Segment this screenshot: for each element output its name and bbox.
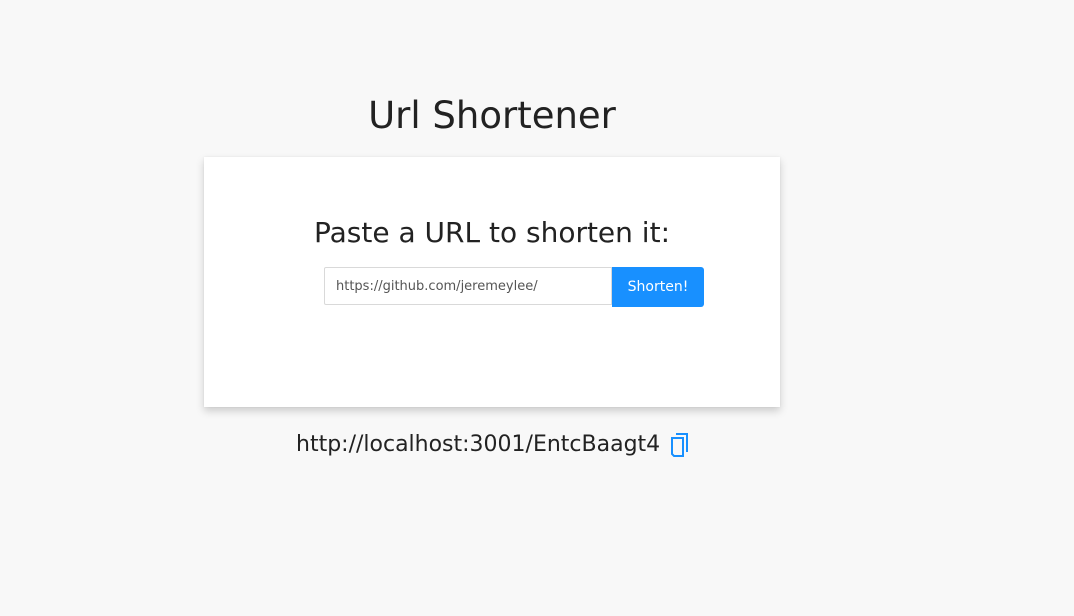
app: Url Shortener Paste a URL to shorten it:…	[0, 0, 1074, 616]
short-url-link[interactable]: http://localhost:3001/EntcBaagt4	[296, 428, 660, 462]
copy-icon[interactable]	[670, 432, 690, 458]
page-title: Url Shortener	[368, 94, 616, 137]
shortener-card: Paste a URL to shorten it: Shorten!	[204, 157, 780, 407]
shorten-button[interactable]: Shorten!	[612, 267, 704, 307]
url-input[interactable]	[324, 267, 612, 305]
url-form: Shorten!	[324, 267, 704, 307]
result-row: http://localhost:3001/EntcBaagt4	[296, 428, 690, 462]
card-heading: Paste a URL to shorten it:	[313, 216, 670, 249]
